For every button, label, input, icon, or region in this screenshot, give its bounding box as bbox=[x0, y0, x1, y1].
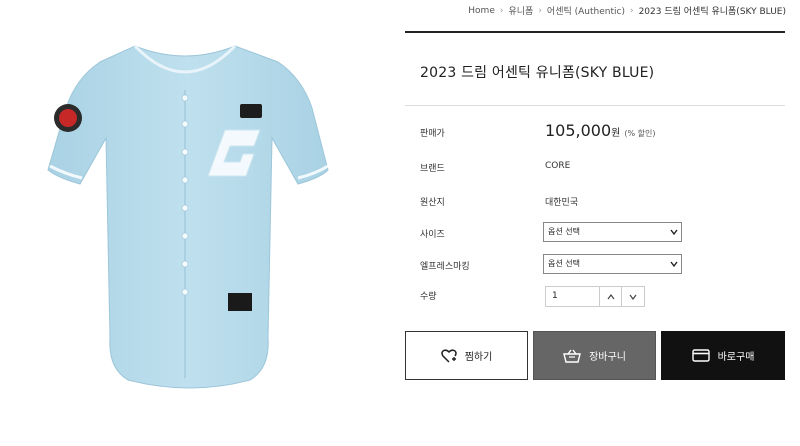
brand-label: 브랜드 bbox=[420, 164, 445, 174]
divider-top bbox=[405, 31, 785, 33]
marking-label: 엘프레스마킹 bbox=[420, 262, 470, 272]
origin-value: 대한민국 bbox=[545, 198, 579, 208]
buy-now-button-label: 바로구매 bbox=[717, 352, 755, 363]
chevron-right-icon: › bbox=[538, 5, 542, 16]
chevron-right-icon: › bbox=[499, 5, 504, 16]
breadcrumb: Home › 유니폼 › 어센틱 (Authentic) › 2023 드림 어… bbox=[468, 4, 786, 18]
brand-value: CORE bbox=[545, 161, 571, 171]
product-image-pane bbox=[0, 0, 390, 446]
price-value: 105,000 bbox=[545, 121, 612, 140]
origin-label: 원산지 bbox=[420, 198, 445, 208]
card-icon bbox=[691, 349, 710, 362]
product-title: 2023 드림 어센틱 유니폼(SKY BLUE) bbox=[420, 65, 655, 81]
marking-select-value: 옵션 선택 bbox=[548, 259, 580, 268]
price: 105,000원 (% 할인) bbox=[545, 121, 655, 140]
quantity-stepper: 1 bbox=[545, 286, 645, 307]
quantity-decrease-button[interactable] bbox=[622, 287, 644, 306]
size-label: 사이즈 bbox=[420, 230, 445, 240]
divider-mid bbox=[405, 105, 785, 106]
marking-select[interactable]: 옵션 선택 bbox=[543, 254, 682, 274]
heart-plus-icon bbox=[440, 348, 457, 363]
buy-now-button[interactable]: 바로구매 bbox=[661, 331, 785, 380]
chevron-right-icon: › bbox=[629, 5, 634, 16]
quantity-input[interactable]: 1 bbox=[546, 287, 600, 306]
breadcrumb-authentic[interactable]: 어센틱 (Authentic) bbox=[547, 4, 625, 17]
chevron-down-icon bbox=[670, 261, 678, 268]
product-jersey-image bbox=[47, 44, 329, 389]
price-label: 판매가 bbox=[420, 129, 445, 139]
cart-button[interactable]: 장바구니 bbox=[533, 331, 656, 380]
chevron-down-icon bbox=[670, 229, 678, 236]
quantity-label: 수량 bbox=[420, 292, 437, 302]
breadcrumb-home[interactable]: Home bbox=[468, 6, 495, 16]
size-select[interactable]: 옵션 선택 bbox=[543, 222, 682, 242]
breadcrumb-current: 2023 드림 어센틱 유니폼(SKY BLUE) bbox=[638, 7, 786, 17]
chevron-up-icon bbox=[607, 293, 614, 299]
cart-button-label: 장바구니 bbox=[589, 352, 626, 363]
wishlist-button-label: 찜하기 bbox=[464, 352, 493, 363]
price-unit: 원 bbox=[611, 128, 621, 139]
size-select-value: 옵션 선택 bbox=[548, 227, 580, 236]
basket-icon bbox=[563, 349, 581, 363]
wishlist-button[interactable]: 찜하기 bbox=[405, 331, 528, 380]
discount-rate: (% 할인) bbox=[624, 129, 656, 138]
quantity-increase-button[interactable] bbox=[600, 287, 622, 306]
breadcrumb-uniform[interactable]: 유니폼 bbox=[508, 4, 533, 17]
chevron-down-icon bbox=[629, 294, 637, 300]
